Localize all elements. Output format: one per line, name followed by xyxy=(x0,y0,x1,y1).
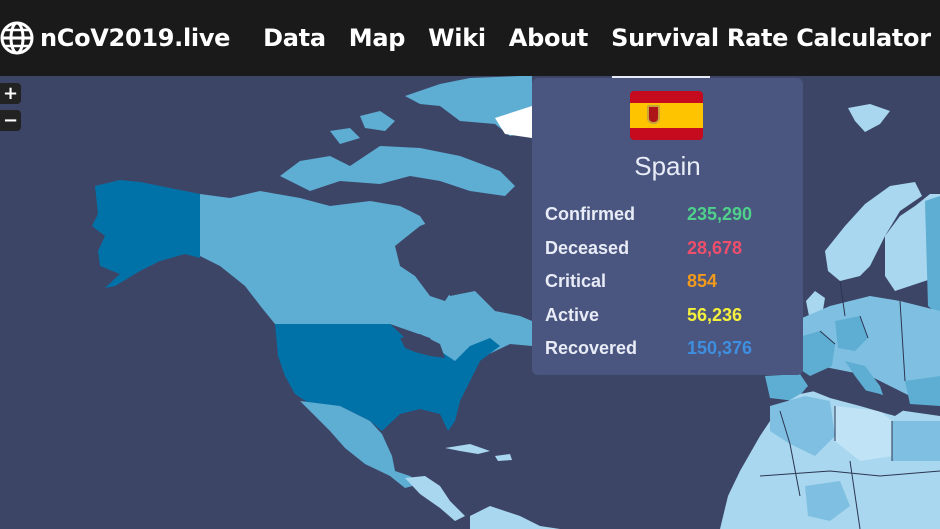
country-tooltip: Spain Confirmed 235,290 Deceased 28,678 … xyxy=(532,78,803,375)
top-navbar: nCoV2019.live Data Map Wiki About Surviv… xyxy=(0,0,940,76)
country-svalbard[interactable] xyxy=(848,104,890,132)
stat-value-critical: 854 xyxy=(687,271,718,292)
country-name: Spain xyxy=(634,151,701,181)
coat-of-arms-icon xyxy=(647,105,660,125)
zoom-out-button[interactable]: − xyxy=(0,110,21,131)
stat-row-critical: Critical 854 xyxy=(545,265,752,299)
country-usa-alaska[interactable] xyxy=(92,180,200,288)
country-canada-islands-3[interactable] xyxy=(330,128,360,144)
stat-label: Confirmed xyxy=(545,204,635,225)
nav-survival-rate-calculator[interactable]: Survival Rate Calculator xyxy=(611,24,931,52)
brand-name: nCoV2019.live xyxy=(40,24,231,52)
stat-label: Deceased xyxy=(545,237,630,258)
country-russia[interactable] xyxy=(925,196,940,316)
brand-link[interactable]: nCoV2019.live xyxy=(0,21,230,55)
country-egypt[interactable] xyxy=(892,421,940,461)
stat-value-active: 56,236 xyxy=(687,304,743,325)
nav-data[interactable]: Data xyxy=(263,24,326,52)
country-canada-islands[interactable] xyxy=(280,146,515,196)
nav-map[interactable]: Map xyxy=(349,24,406,52)
stat-value-deceased: 28,678 xyxy=(687,237,743,258)
country-cuba[interactable] xyxy=(445,444,490,454)
stat-label: Recovered xyxy=(545,338,638,359)
country-canada-islands-2[interactable] xyxy=(360,111,395,131)
stat-value-confirmed: 235,290 xyxy=(687,204,753,225)
country-turkey[interactable] xyxy=(905,376,940,406)
stat-label: Critical xyxy=(545,271,607,292)
country-stats: Confirmed 235,290 Deceased 28,678 Critic… xyxy=(545,198,752,366)
spain-flag-icon xyxy=(630,91,703,140)
stat-row-deceased: Deceased 28,678 xyxy=(545,232,752,266)
globe-icon xyxy=(0,21,34,55)
stat-row-recovered: Recovered 150,376 xyxy=(545,332,752,366)
nav-wiki[interactable]: Wiki xyxy=(428,24,486,52)
stat-row-active: Active 56,236 xyxy=(545,299,752,333)
country-central-america[interactable] xyxy=(405,476,465,521)
stat-row-confirmed: Confirmed 235,290 xyxy=(545,198,752,232)
nav-about[interactable]: About xyxy=(509,24,589,52)
country-hispaniola[interactable] xyxy=(495,454,512,461)
stat-value-recovered: 150,376 xyxy=(687,338,753,359)
country-south-america[interactable] xyxy=(470,506,560,529)
stat-label: Active xyxy=(545,304,600,325)
zoom-in-button[interactable]: + xyxy=(0,83,21,104)
